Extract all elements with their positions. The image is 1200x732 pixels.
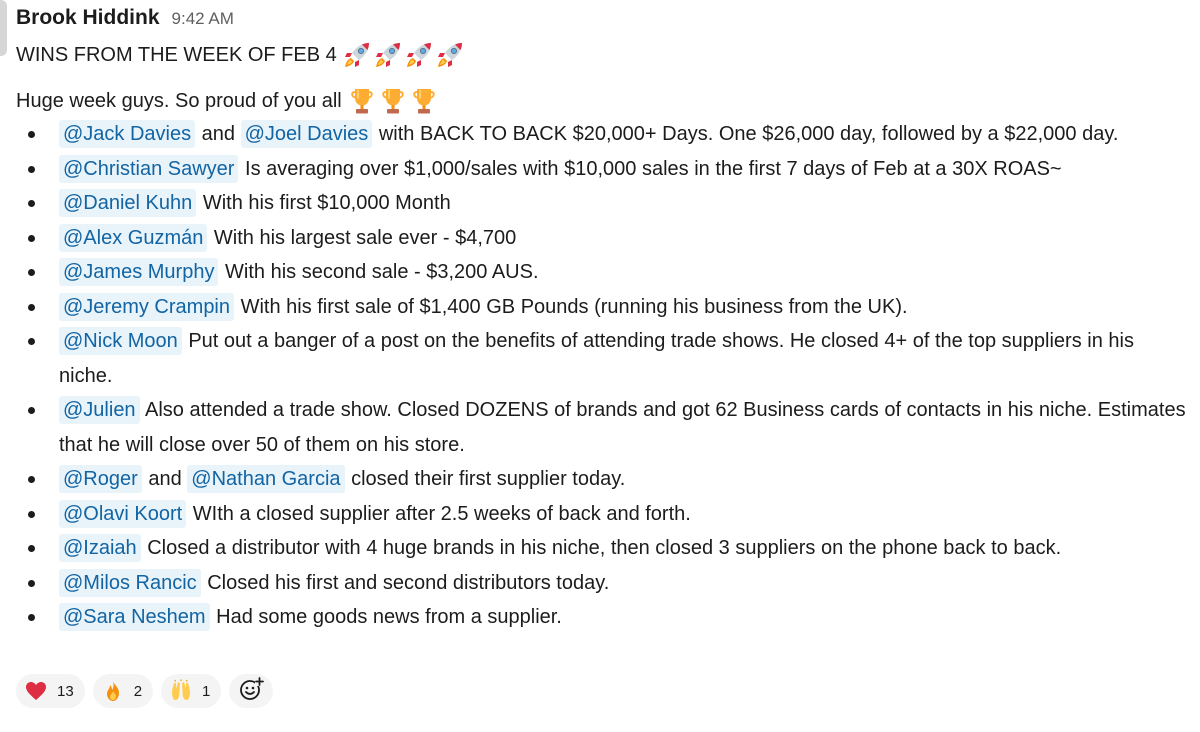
user-mention[interactable]: @Roger	[59, 465, 142, 493]
list-item: @Milos Rancic Closed his first and secon…	[16, 566, 1189, 601]
item-text: Put out a banger of a post on the benefi…	[59, 330, 1134, 387]
list-item: @Jack Davies and @Joel Davies with BACK …	[16, 117, 1189, 152]
bullet	[28, 165, 35, 173]
user-mention[interactable]: @Milos Rancic	[59, 568, 201, 597]
bullet	[28, 200, 35, 207]
bullet	[28, 407, 35, 414]
fire-icon	[101, 679, 125, 703]
bullet	[28, 614, 35, 621]
headline: WINS FROM THE WEEK OF FEB 4	[16, 39, 1192, 71]
author-name[interactable]: Brook Hiddink	[16, 6, 160, 30]
user-mention[interactable]: @Nick Moon	[59, 327, 182, 355]
user-mention[interactable]: @Nathan Garcia	[187, 465, 345, 493]
item-text: with BACK TO BACK $20,000+ Days. One $26…	[373, 123, 1119, 145]
reaction-heart[interactable]: 13	[16, 674, 85, 708]
list-item: @Daniel Kuhn With his first $10,000 Mont…	[16, 186, 1189, 221]
reactions-bar: 13 2 1	[16, 674, 274, 708]
user-mention[interactable]: @Joel Davies	[240, 120, 373, 148]
item-text: closed their first supplier today.	[345, 468, 626, 490]
item-text: With his second sale - $3,200 AUS.	[219, 261, 539, 283]
list-item: @Nick Moon Put out a banger of a post on…	[16, 324, 1189, 393]
list-item: @Christian Sawyer Is averaging over $1,0…	[16, 152, 1189, 187]
user-mention[interactable]: @Izaiah	[59, 534, 141, 562]
list-item: @Olavi Koort WIth a closed supplier afte…	[16, 497, 1189, 532]
item-text: Had some goods news from a supplier.	[210, 606, 562, 628]
trophy-icon	[378, 86, 408, 116]
bullet	[28, 234, 35, 242]
message-header: Brook Hiddink 9:42 AM	[16, 6, 1192, 36]
bullet	[28, 131, 35, 138]
bullet	[28, 545, 35, 552]
item-text: Closed a distributor with 4 huge brands …	[141, 537, 1062, 559]
item-text: Is averaging over $1,000/sales with $10,…	[239, 157, 1062, 180]
intro-text: Huge week guys. So proud of you all	[16, 90, 342, 112]
user-mention[interactable]: @Jeremy Crampin	[59, 292, 235, 321]
rocket-icon	[373, 40, 403, 70]
reaction-count: 1	[202, 682, 211, 700]
item-text: With his first sale of $1,400 GB Pounds …	[235, 295, 908, 318]
list-item: @Roger and @Nathan Garcia closed their f…	[16, 462, 1189, 497]
reaction-count: 2	[133, 682, 143, 700]
list-item: @Jeremy Crampin With his first sale of $…	[16, 290, 1189, 325]
timestamp[interactable]: 9:42 AM	[172, 9, 234, 29]
user-mention[interactable]: @Alex Guzmán	[59, 223, 208, 252]
rocket-icon	[342, 40, 372, 70]
wins-list: @Jack Davies and @Joel Davies with BACK …	[16, 117, 1192, 635]
reaction-fire[interactable]: 2	[92, 674, 154, 708]
rocket-icon	[435, 40, 465, 70]
user-mention[interactable]: @Sara Neshem	[59, 603, 210, 631]
item-text: Closed his first and second distributors…	[201, 571, 610, 594]
item-text: WIth a closed supplier after 2.5 weeks o…	[187, 502, 691, 525]
bullet	[28, 269, 35, 276]
reaction-count: 13	[57, 682, 74, 700]
list-item: @Alex Guzmán With his largest sale ever …	[16, 221, 1189, 256]
bullet	[28, 338, 35, 345]
trophy-emoji-group	[346, 86, 439, 116]
bullet	[28, 510, 35, 518]
user-mention[interactable]: @James Murphy	[59, 258, 219, 286]
trophy-icon	[347, 86, 377, 116]
user-mention[interactable]: @Julien	[59, 396, 140, 424]
reaction-raised-hands[interactable]: 1	[161, 674, 222, 708]
item-text: Also attended a trade show. Closed DOZEN…	[59, 399, 1186, 456]
add-reaction-icon	[238, 676, 265, 707]
item-text: With his largest sale ever - $4,700	[208, 226, 517, 249]
user-mention[interactable]: @Daniel Kuhn	[59, 189, 197, 217]
user-mention[interactable]: @Olavi Koort	[59, 499, 187, 528]
raised-hands-icon	[169, 679, 193, 703]
bullet	[28, 579, 35, 587]
add-reaction-button[interactable]	[229, 674, 274, 708]
intro: Huge week guys. So proud of you all	[16, 85, 1192, 117]
user-mention[interactable]: @Christian Sawyer	[59, 154, 239, 183]
user-mention[interactable]: @Jack Davies	[59, 120, 196, 148]
message: Brook Hiddink 9:42 AM WINS FROM THE WEEK…	[16, 6, 1192, 635]
headline-text: WINS FROM THE WEEK OF FEB 4	[16, 44, 337, 66]
list-item: @Sara Neshem Had some goods news from a …	[16, 600, 1189, 635]
bullet	[28, 476, 35, 483]
trophy-icon	[409, 86, 439, 116]
list-item: @Izaiah Closed a distributor with 4 huge…	[16, 531, 1189, 566]
list-item: @James Murphy With his second sale - $3,…	[16, 255, 1189, 290]
bullet	[28, 303, 35, 311]
list-item: @Julien Also attended a trade show. Clos…	[16, 393, 1189, 462]
item-text: and	[142, 468, 188, 490]
rocket-emoji-group	[341, 40, 465, 70]
item-text: With his first $10,000 Month	[197, 192, 451, 214]
rocket-icon	[404, 40, 434, 70]
item-text: and	[196, 123, 241, 145]
avatar[interactable]	[0, 0, 7, 56]
heart-icon	[24, 679, 48, 703]
